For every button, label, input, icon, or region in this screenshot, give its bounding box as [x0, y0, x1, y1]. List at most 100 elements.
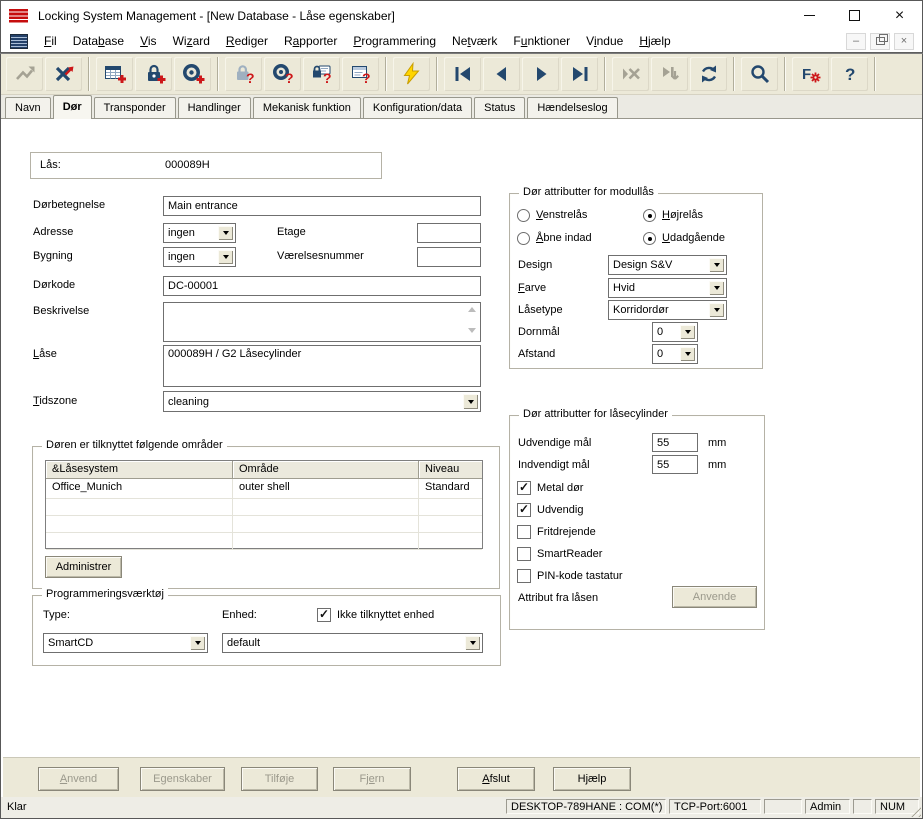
read-transponder-button[interactable]: ?: [264, 57, 301, 91]
freewheel-checkbox[interactable]: [517, 525, 531, 539]
outward-radio[interactable]: [643, 232, 656, 245]
document-window-icon[interactable]: [10, 34, 28, 49]
tab-handlinger[interactable]: Handlinger: [178, 97, 251, 118]
mdi-restore-button[interactable]: [870, 33, 890, 50]
chevron-down-icon[interactable]: [709, 258, 724, 272]
open-inward-radio[interactable]: [517, 232, 530, 245]
chevron-down-icon[interactable]: [709, 303, 724, 317]
read-network-button[interactable]: ?: [342, 57, 379, 91]
chevron-down-icon[interactable]: [190, 636, 205, 650]
close-button[interactable]: ×: [877, 1, 922, 30]
outside-checkbox[interactable]: [517, 503, 531, 517]
tab-navn[interactable]: Navn: [5, 97, 51, 118]
cancel-search-button[interactable]: [612, 57, 649, 91]
menu-netvaerk[interactable]: Netværk: [444, 31, 505, 51]
read-lock-data-button[interactable]: ?: [303, 57, 340, 91]
tab-haendelseslog[interactable]: Hændelseslog: [527, 97, 617, 118]
read-lock-button[interactable]: ?: [225, 57, 262, 91]
menu-funktioner[interactable]: Funktioner: [505, 31, 578, 51]
device-select[interactable]: default: [222, 633, 483, 653]
disconnect-button[interactable]: [45, 57, 82, 91]
column-header-level[interactable]: Niveau: [419, 461, 482, 479]
programming-type-select[interactable]: SmartCD: [43, 633, 208, 653]
menu-programmering[interactable]: Programmering: [345, 31, 444, 51]
mdi-close-button[interactable]: ×: [894, 33, 914, 50]
outer-unit-label: mm: [708, 437, 726, 449]
apply-button[interactable]: Anvend: [38, 767, 119, 791]
locks-textarea[interactable]: 000089H / G2 Låsecylinder: [163, 345, 481, 387]
scroll-up-icon[interactable]: [468, 307, 476, 312]
menu-wizard[interactable]: Wizard: [165, 31, 218, 51]
help-button[interactable]: ?: [831, 57, 868, 91]
design-select[interactable]: Design S&V: [608, 255, 727, 275]
first-record-button[interactable]: [444, 57, 481, 91]
room-number-input[interactable]: [417, 247, 481, 267]
outer-dimension-input[interactable]: [652, 433, 698, 452]
floor-input[interactable]: [417, 223, 481, 243]
refresh-button[interactable]: [690, 57, 727, 91]
chevron-down-icon[interactable]: [680, 325, 695, 339]
properties-button[interactable]: Egenskaber: [140, 767, 225, 791]
menu-vindue[interactable]: Vindue: [578, 31, 631, 51]
door-code-label: Dørkode: [33, 279, 75, 291]
new-transponder-button[interactable]: [174, 57, 211, 91]
tab-mekanisk-funktion[interactable]: Mekanisk funktion: [253, 97, 361, 118]
chevron-down-icon[interactable]: [218, 250, 233, 264]
address-select[interactable]: ingen: [163, 223, 236, 243]
tab-konfiguration-data[interactable]: Konfiguration/data: [363, 97, 472, 118]
mdi-minimize-button[interactable]: –: [846, 33, 866, 50]
search-button[interactable]: [741, 57, 778, 91]
last-record-button[interactable]: [561, 57, 598, 91]
new-lock-button[interactable]: [135, 57, 172, 91]
table-row[interactable]: Office_Munich outer shell Standard: [46, 479, 482, 499]
menu-vis[interactable]: Vis: [132, 31, 164, 51]
minimize-button[interactable]: [787, 1, 832, 30]
administer-button[interactable]: Administrer: [45, 556, 122, 578]
tab-status[interactable]: Status: [474, 97, 525, 118]
scroll-down-icon[interactable]: [468, 328, 476, 333]
previous-record-button[interactable]: [483, 57, 520, 91]
timezone-select[interactable]: cleaning: [163, 391, 481, 412]
lock-type-select[interactable]: Korridordør: [608, 300, 727, 320]
menu-database[interactable]: Database: [65, 31, 132, 51]
menu-hjaelp[interactable]: Hjælp: [631, 31, 678, 51]
door-code-input[interactable]: [163, 276, 481, 296]
tab-dor[interactable]: Dør: [53, 95, 92, 119]
chevron-down-icon[interactable]: [680, 347, 695, 361]
menu-rediger[interactable]: Rediger: [218, 31, 276, 51]
add-button[interactable]: Tilføje: [241, 767, 318, 791]
filter-settings-button[interactable]: F: [792, 57, 829, 91]
apply-attribute-button[interactable]: Anvende: [672, 586, 757, 608]
pin-keypad-checkbox[interactable]: [517, 569, 531, 583]
login-button[interactable]: [6, 57, 43, 91]
next-record-button[interactable]: [522, 57, 559, 91]
right-lock-radio[interactable]: [643, 209, 656, 222]
distance-select[interactable]: 0: [652, 344, 698, 364]
tab-transponder[interactable]: Transponder: [94, 97, 176, 118]
exit-button[interactable]: Afslut: [457, 767, 535, 791]
door-name-input[interactable]: [163, 196, 481, 216]
new-locking-system-button[interactable]: [96, 57, 133, 91]
metal-door-checkbox[interactable]: [517, 481, 531, 495]
backset-select[interactable]: 0: [652, 322, 698, 342]
remove-button[interactable]: Fjern: [333, 767, 411, 791]
program-button[interactable]: [393, 57, 430, 91]
chevron-down-icon[interactable]: [218, 226, 233, 240]
chevron-down-icon[interactable]: [465, 636, 480, 650]
chevron-down-icon[interactable]: [463, 394, 478, 409]
color-select[interactable]: Hvid: [608, 278, 727, 298]
column-header-locking-system[interactable]: &Låsesystem: [46, 461, 233, 479]
column-header-area[interactable]: Område: [233, 461, 419, 479]
description-textarea[interactable]: [163, 302, 481, 342]
menu-fil[interactable]: Fil: [36, 31, 65, 51]
left-lock-radio[interactable]: [517, 209, 530, 222]
maximize-button[interactable]: [832, 1, 877, 30]
goto-record-button[interactable]: [651, 57, 688, 91]
smartreader-checkbox[interactable]: [517, 547, 531, 561]
no-device-checkbox[interactable]: [317, 608, 331, 622]
building-select[interactable]: ingen: [163, 247, 236, 267]
help-footer-button[interactable]: Hjælp: [553, 767, 631, 791]
inner-dimension-input[interactable]: [652, 455, 698, 474]
menu-rapporter[interactable]: Rapporter: [276, 31, 345, 51]
chevron-down-icon[interactable]: [709, 281, 724, 295]
